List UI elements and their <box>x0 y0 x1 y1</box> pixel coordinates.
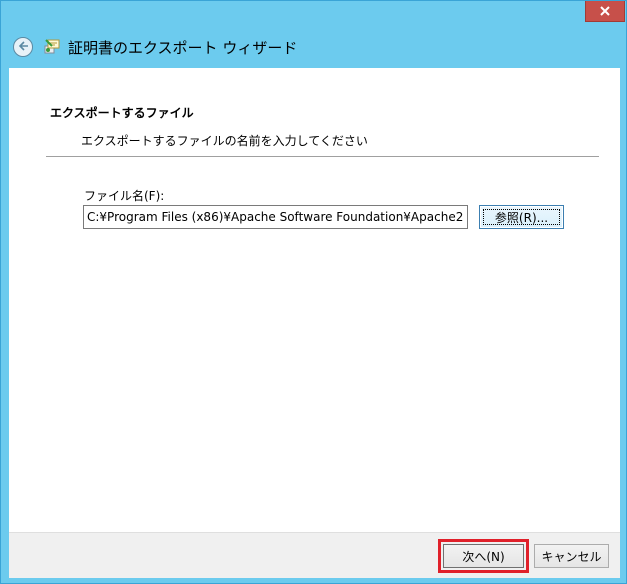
page-subheading: エクスポートするファイルの名前を入力してください <box>81 134 368 148</box>
wizard-window: 証明書のエクスポート ウィザード エクスポートするファイル エクスポートするファ… <box>0 0 627 584</box>
close-button[interactable] <box>585 1 625 22</box>
wizard-title: 証明書のエクスポート ウィザード <box>68 39 298 57</box>
certificate-wizard-icon <box>43 37 61 55</box>
file-name-label: ファイル名(F): <box>84 189 165 203</box>
divider <box>46 156 599 157</box>
browse-button[interactable]: 参照(R)... <box>479 205 564 229</box>
cancel-button[interactable]: キャンセル <box>534 544 609 568</box>
back-button[interactable] <box>13 37 33 57</box>
footer-bar <box>9 532 620 578</box>
close-icon <box>600 6 610 16</box>
file-name-input[interactable] <box>83 205 468 229</box>
back-arrow-icon <box>17 40 29 55</box>
next-button[interactable]: 次へ(N) <box>443 544 524 568</box>
page-heading: エクスポートするファイル <box>50 106 194 120</box>
